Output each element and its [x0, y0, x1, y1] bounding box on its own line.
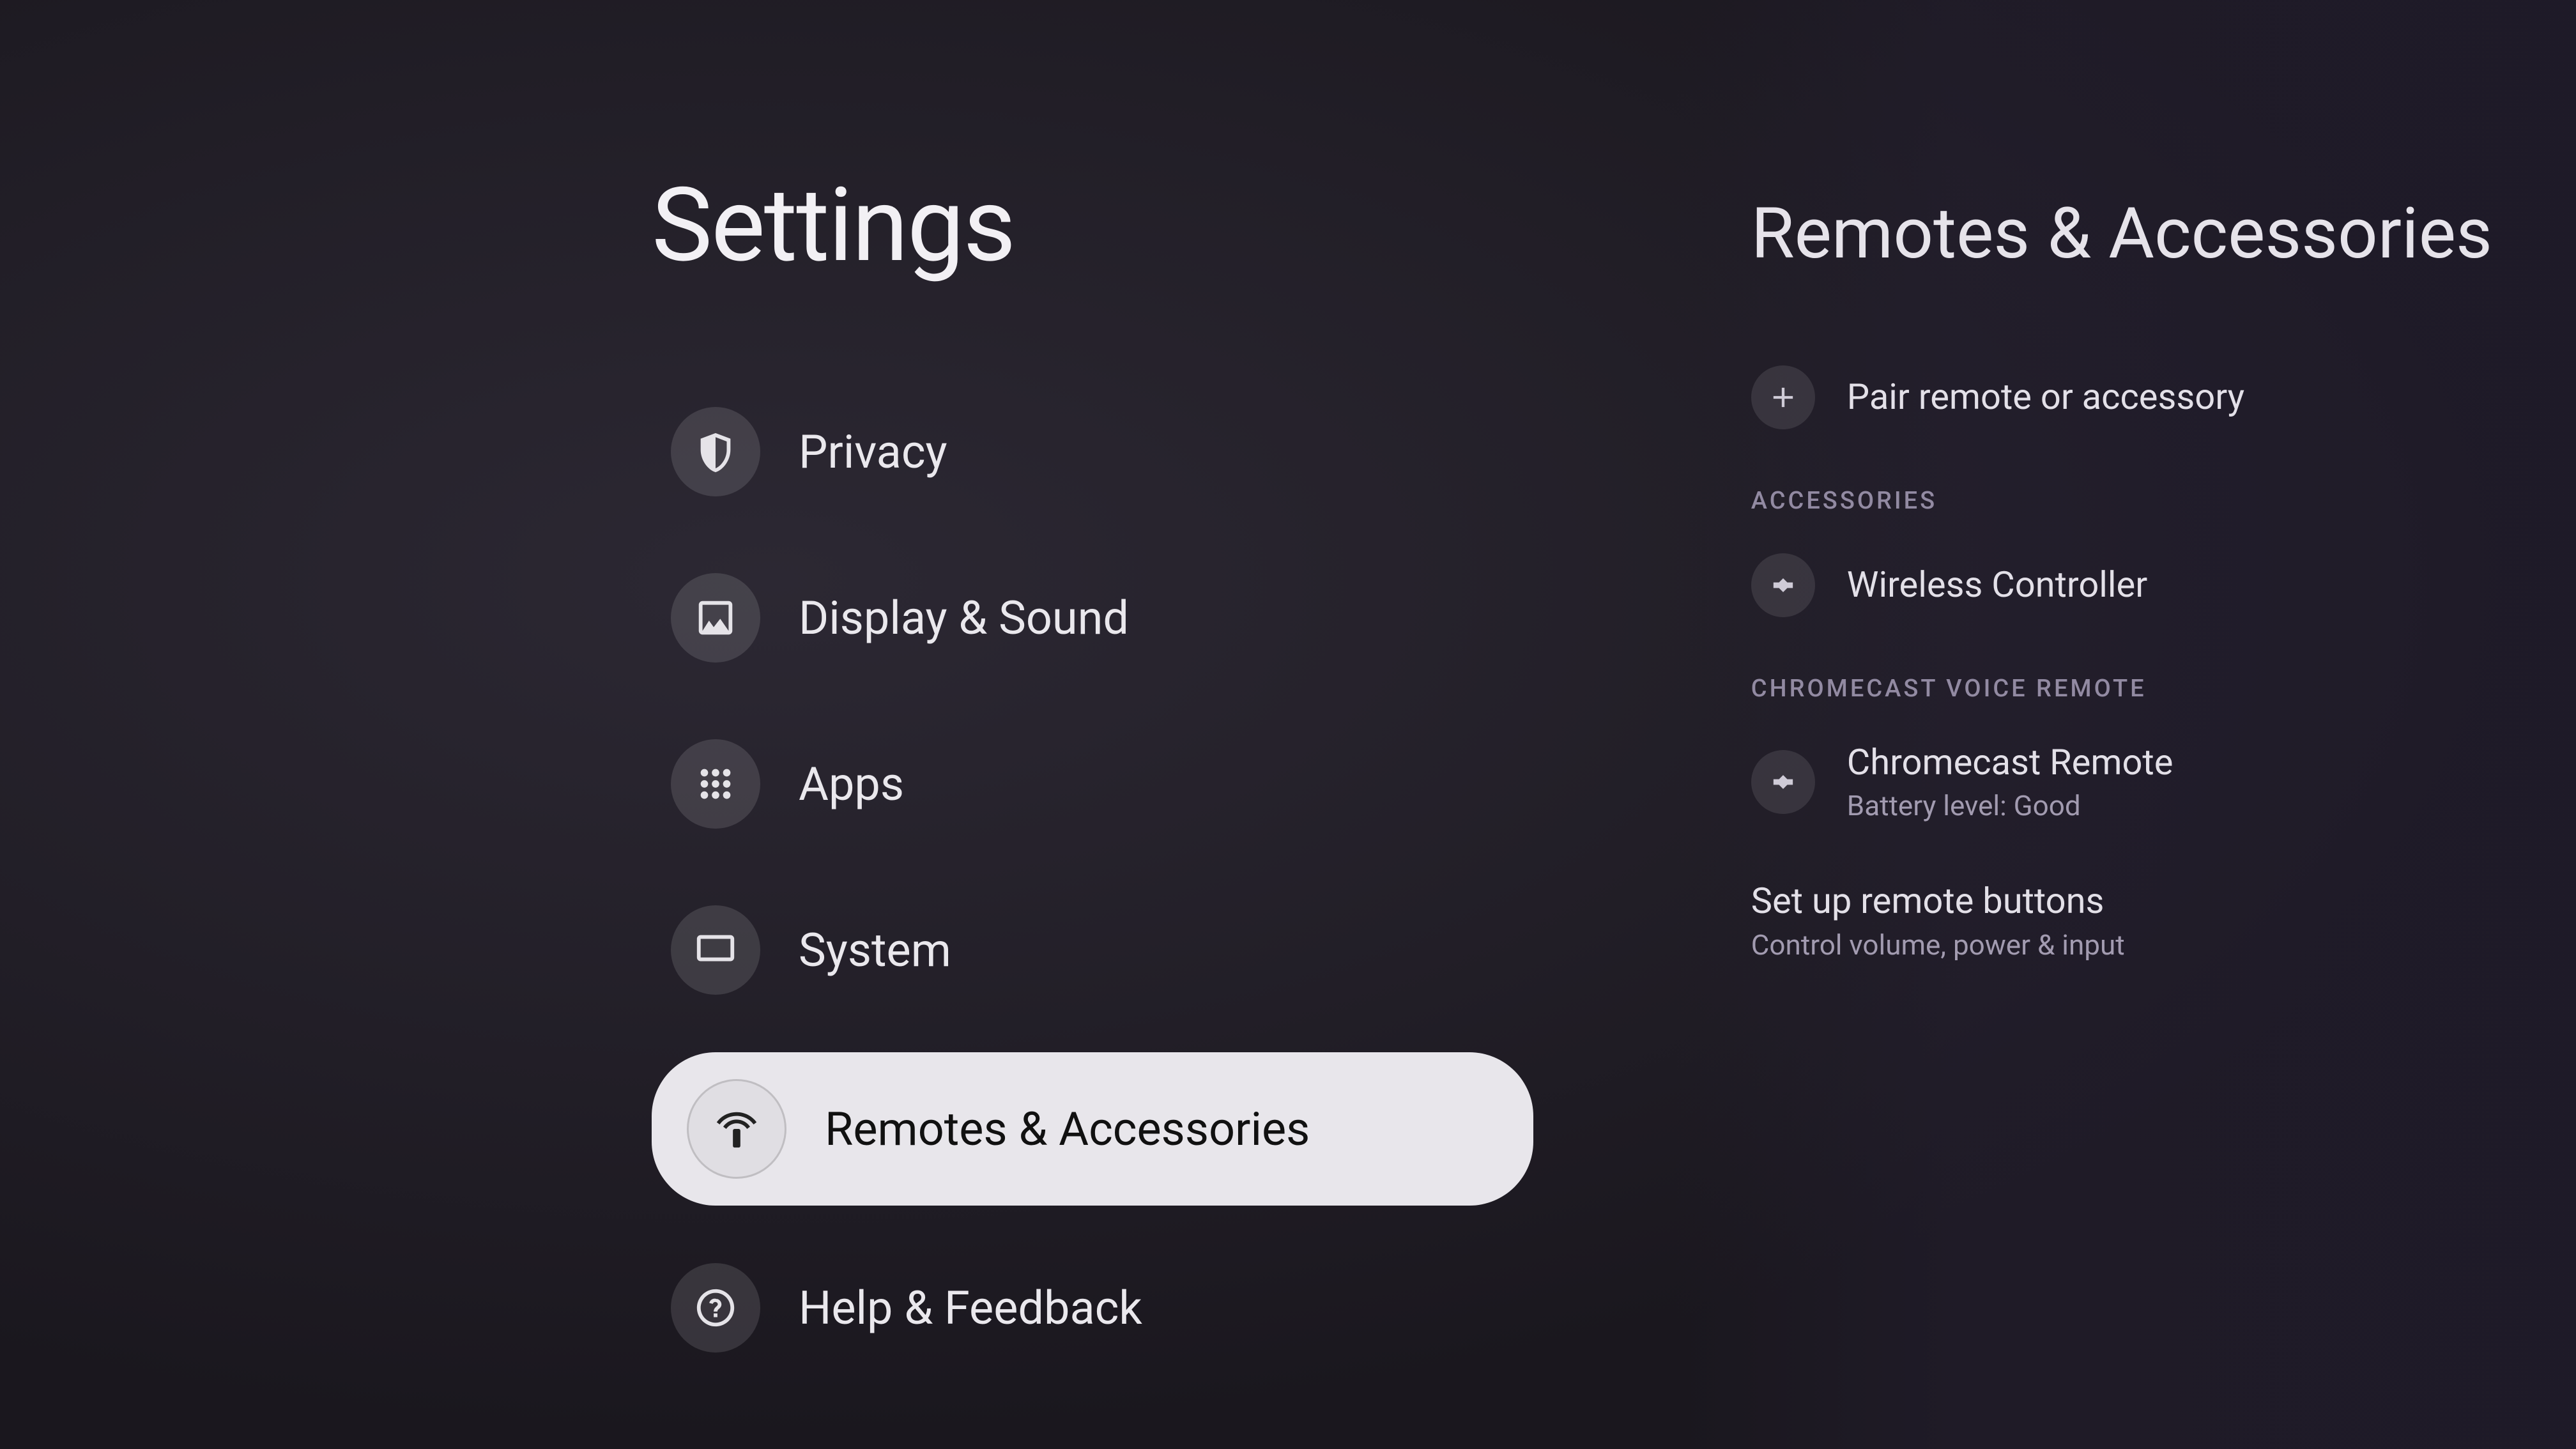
- help-icon: [671, 1263, 760, 1353]
- monitor-icon: [671, 905, 760, 995]
- section-heading-chromecast-remote: CHROMECAST VOICE REMOTE: [1751, 675, 2499, 703]
- menu-label: Display & Sound: [799, 591, 1129, 645]
- gamepad-icon: [1751, 750, 1815, 814]
- detail-panel: Remotes & Accessories Pair remote or acc…: [1675, 0, 2576, 1449]
- setup-subtitle: Control volume, power & input: [1751, 928, 2499, 962]
- settings-screen: Settings Privacy Display & Sound Apps: [0, 0, 2576, 1449]
- menu-item-privacy[interactable]: Privacy: [652, 388, 1533, 516]
- menu-label: System: [799, 923, 951, 977]
- menu-label: Apps: [799, 757, 904, 811]
- detail-title: Remotes & Accessories: [1751, 192, 2499, 276]
- plus-icon: [1751, 365, 1815, 429]
- menu-label: Privacy: [799, 425, 947, 479]
- section-heading-accessories: ACCESSORIES: [1751, 487, 2499, 515]
- shield-icon: [671, 407, 760, 496]
- remote-name: Chromecast Remote: [1847, 741, 2174, 784]
- accessory-wireless-controller[interactable]: Wireless Controller: [1751, 553, 2499, 617]
- settings-menu-panel: Settings Privacy Display & Sound Apps: [0, 0, 1675, 1449]
- menu-item-apps[interactable]: Apps: [652, 720, 1533, 848]
- menu-item-help-feedback[interactable]: Help & Feedback: [652, 1244, 1533, 1372]
- pair-label: Pair remote or accessory: [1847, 376, 2244, 418]
- setup-remote-buttons-row[interactable]: Set up remote buttons Control volume, po…: [1751, 880, 2499, 962]
- remote-battery: Battery level: Good: [1847, 789, 2174, 822]
- menu-item-system[interactable]: System: [652, 886, 1533, 1014]
- menu-label: Remotes & Accessories: [825, 1102, 1310, 1156]
- setup-title: Set up remote buttons: [1751, 880, 2499, 922]
- menu-label: Help & Feedback: [799, 1281, 1142, 1335]
- page-title: Settings: [652, 166, 1675, 286]
- apps-icon: [671, 739, 760, 829]
- menu-item-display-sound[interactable]: Display & Sound: [652, 554, 1533, 682]
- accessory-name: Wireless Controller: [1847, 564, 2147, 606]
- menu-item-remotes-accessories[interactable]: Remotes & Accessories: [652, 1052, 1533, 1206]
- gamepad-icon: [1751, 553, 1815, 617]
- image-icon: [671, 573, 760, 663]
- remote-icon: [687, 1079, 786, 1179]
- pair-remote-row[interactable]: Pair remote or accessory: [1751, 365, 2499, 429]
- accessory-chromecast-remote[interactable]: Chromecast Remote Battery level: Good: [1751, 741, 2499, 822]
